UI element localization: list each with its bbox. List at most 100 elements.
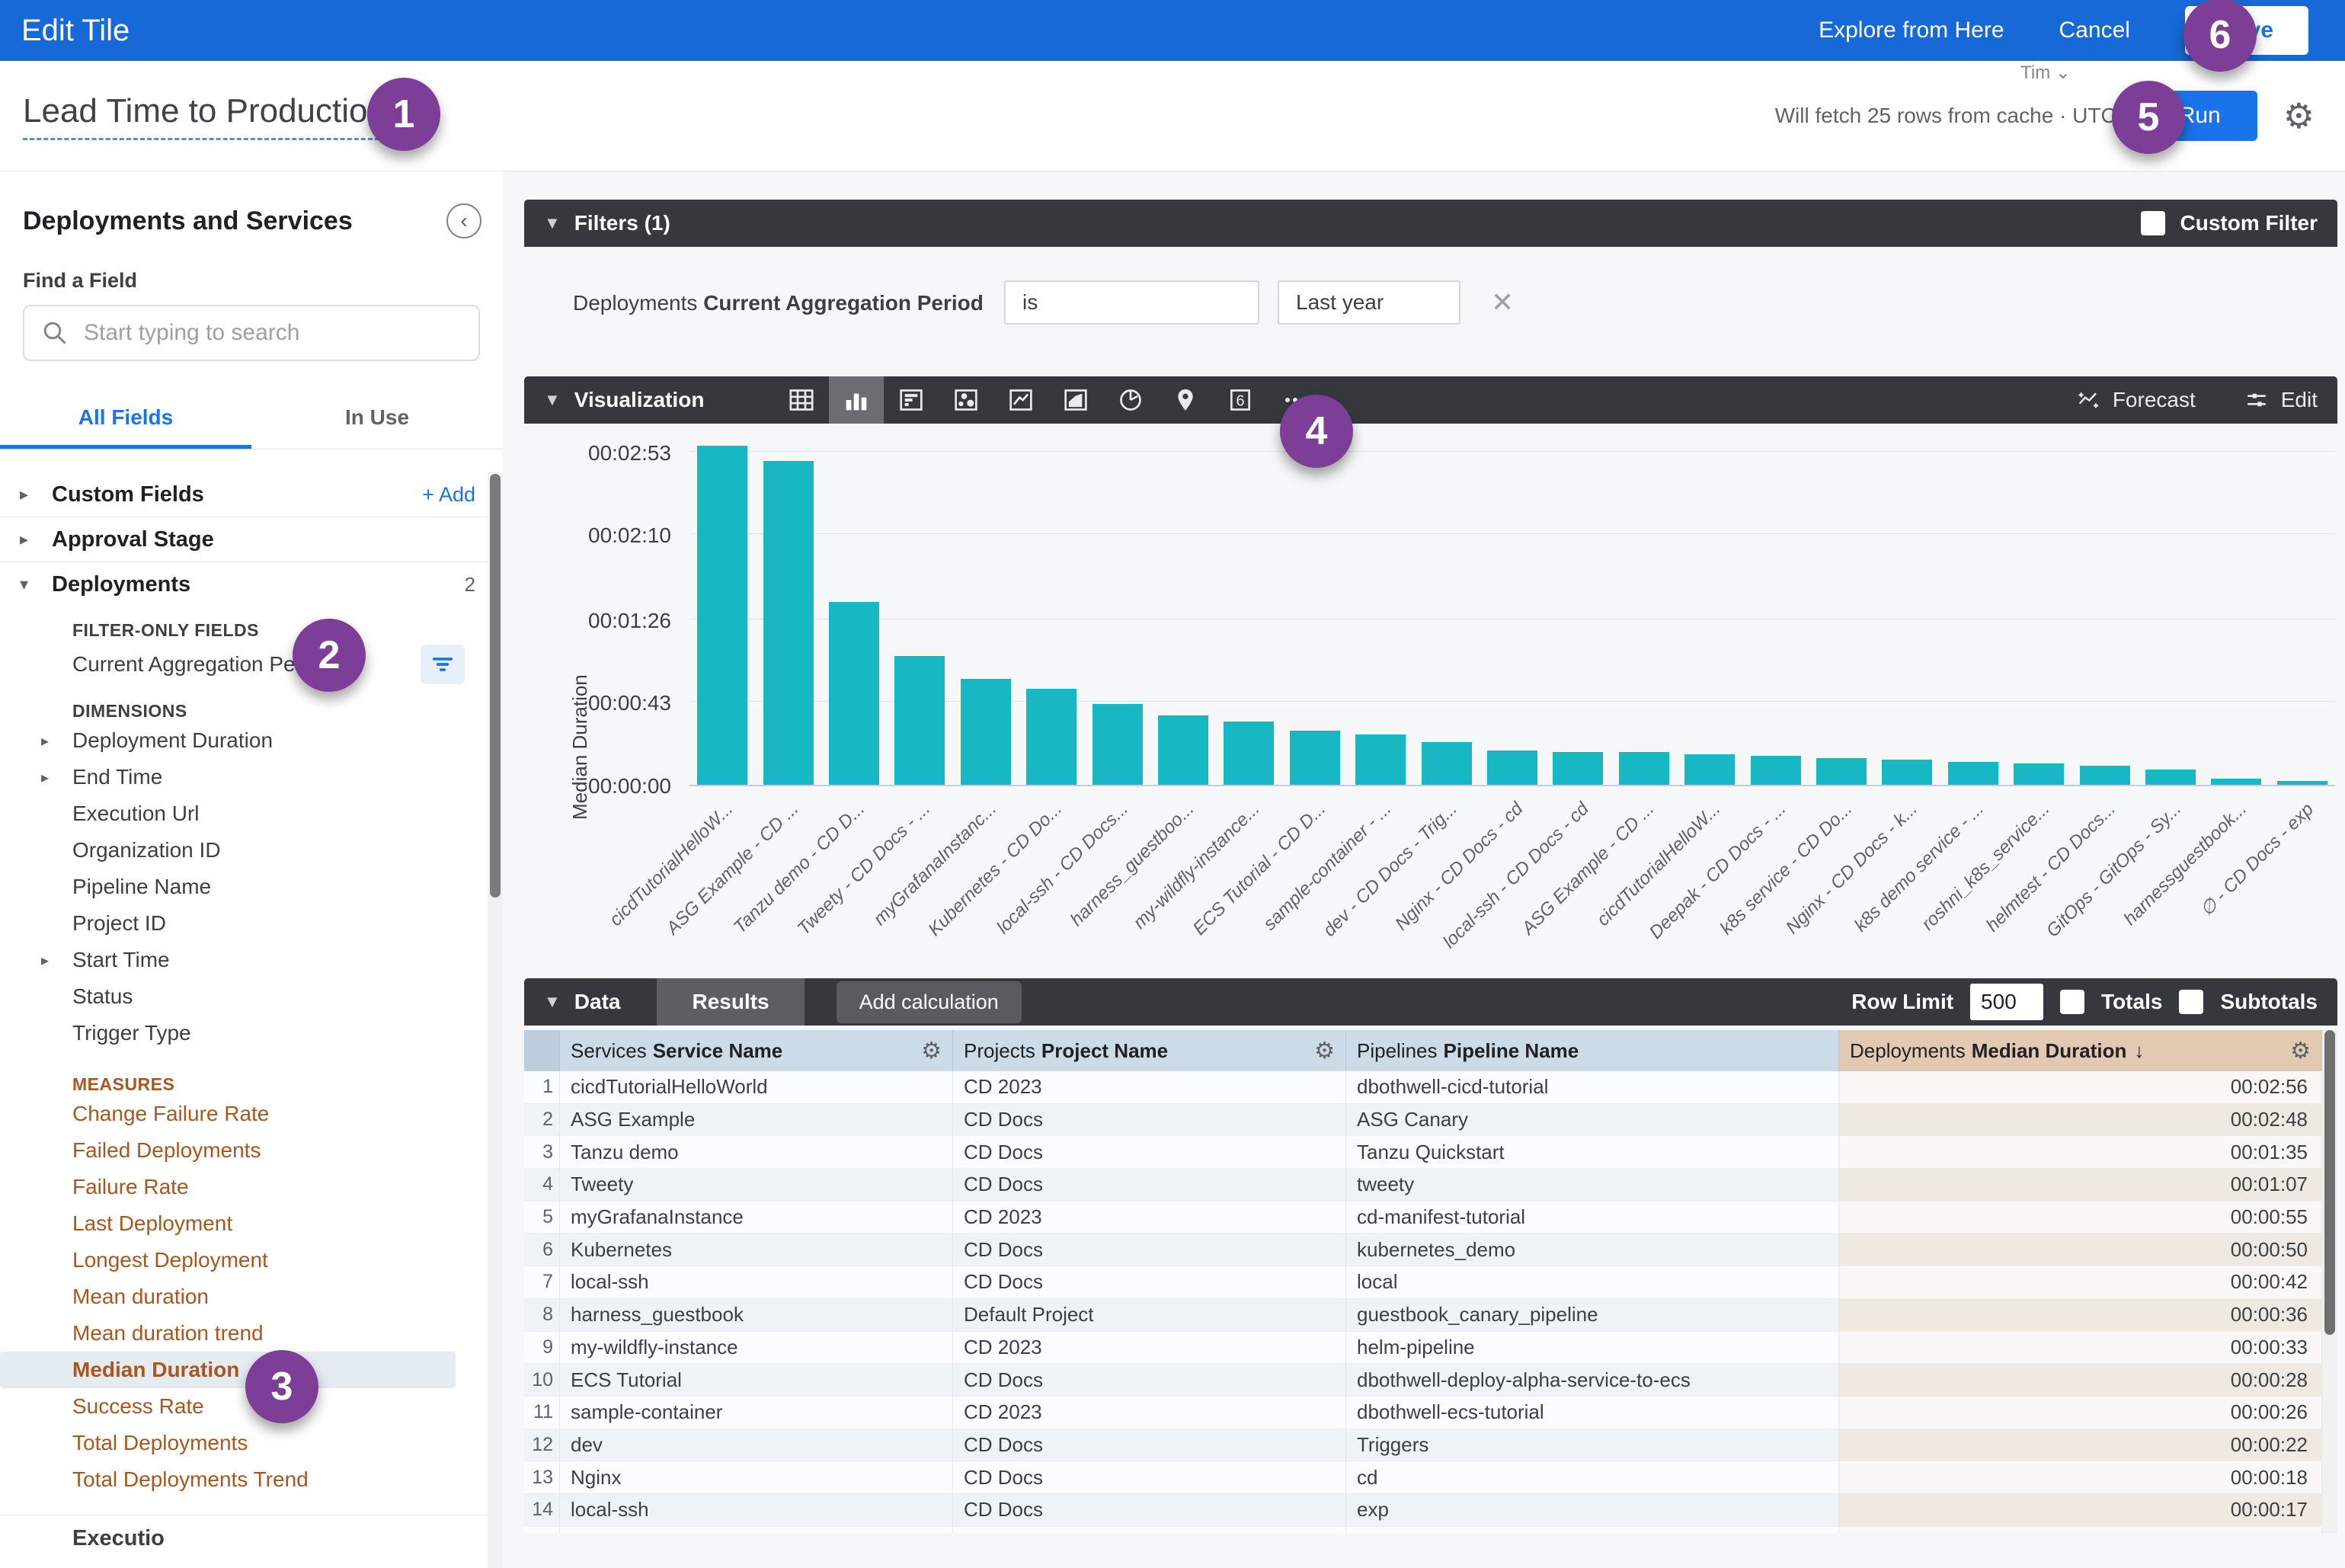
project-name-cell[interactable]: CD Docs — [953, 1527, 1346, 1533]
column-header-project-name[interactable]: ProjectsProject Name ⚙ — [953, 1030, 1346, 1071]
table-row[interactable]: 12devCD DocsTriggers00:00:22 — [524, 1429, 2337, 1462]
bar-gitops-gitops-sy[interactable] — [2145, 770, 2196, 785]
table-row[interactable]: 13NginxCD Docscd00:00:18 — [524, 1461, 2337, 1494]
bar-cicdtutorialhellow[interactable] — [1684, 754, 1735, 785]
service-name-cell[interactable]: harness_guestbook — [560, 1299, 953, 1332]
field-current-aggregation-period[interactable]: Current Aggregation Period — [0, 642, 488, 687]
service-name-cell[interactable]: ASG Example — [560, 1527, 953, 1533]
bar-mygrafanainstanc[interactable] — [961, 679, 1011, 785]
table-row[interactable]: 6KubernetesCD Docskubernetes_demo00:00:5… — [524, 1234, 2337, 1266]
measure-failed-deployments[interactable]: Failed Deployments — [0, 1132, 488, 1169]
settings-gear-icon[interactable]: ⚙ — [2283, 98, 2315, 133]
bar-cd-docs-exp[interactable] — [2277, 781, 2327, 785]
clipped-group-label[interactable]: Executio — [0, 1515, 488, 1551]
table-row[interactable]: 14local-sshCD Docsexp00:00:17 — [524, 1494, 2337, 1527]
project-name-cell[interactable]: CD 2023 — [953, 1332, 1346, 1365]
bar-kubernetes-cd-do[interactable] — [1026, 689, 1077, 785]
median-duration-cell[interactable]: 00:00:17 — [1839, 1527, 2322, 1533]
line-chart-viz-icon[interactable] — [993, 376, 1048, 424]
collapse-panel-button[interactable]: ‹ — [446, 203, 481, 238]
results-tab[interactable]: Results — [657, 978, 804, 1026]
bar-deepak-cd-docs[interactable] — [1751, 756, 1801, 785]
scrollbar-thumb[interactable] — [2324, 1030, 2335, 1335]
cancel-button[interactable]: Cancel — [2059, 18, 2130, 43]
row-number-cell[interactable]: 5 — [524, 1202, 560, 1234]
median-duration-cell[interactable]: 00:00:42 — [1839, 1266, 2322, 1299]
area-chart-viz-icon[interactable] — [1048, 376, 1103, 424]
column-header-median-duration[interactable]: DeploymentsMedian Duration ↓ ⚙ — [1839, 1030, 2322, 1071]
table-row[interactable]: 15ASG ExampleCD DocsASG Rolling00:00:17 — [524, 1527, 2337, 1533]
tile-title[interactable]: Lead Time to Production — [23, 92, 386, 140]
median-duration-cell[interactable]: 00:00:22 — [1839, 1429, 2322, 1462]
bar-helmtest-cd-docs[interactable] — [2080, 766, 2130, 785]
median-duration-cell[interactable]: 00:00:28 — [1839, 1364, 2322, 1397]
pipeline-name-cell[interactable]: dbothwell-deploy-alpha-service-to-ecs — [1346, 1364, 1839, 1397]
project-name-cell[interactable]: CD Docs — [953, 1234, 1346, 1266]
bar-k8s-service-cd-do[interactable] — [1816, 758, 1867, 785]
table-viz-icon[interactable] — [774, 376, 829, 424]
bar-my-wildfly-instance[interactable] — [1224, 722, 1274, 785]
add-calculation-button[interactable]: Add calculation — [837, 981, 1022, 1023]
sidebar-scrollbar[interactable] — [488, 472, 503, 1568]
pipeline-name-cell[interactable]: helm-pipeline — [1346, 1332, 1839, 1365]
median-duration-cell[interactable]: 00:00:18 — [1839, 1461, 2322, 1494]
service-name-cell[interactable]: Kubernetes — [560, 1234, 953, 1266]
bar-sample-container[interactable] — [1355, 734, 1406, 785]
project-name-cell[interactable]: CD Docs — [953, 1429, 1346, 1462]
column-header-service-name[interactable]: ServicesService Name ⚙ — [560, 1030, 953, 1071]
bar-local-ssh-cd-docs[interactable] — [1093, 704, 1143, 785]
project-name-cell[interactable]: CD Docs — [953, 1104, 1346, 1137]
pipeline-name-cell[interactable]: dbothwell-ecs-tutorial — [1346, 1397, 1839, 1429]
totals-checkbox[interactable] — [2060, 990, 2084, 1014]
project-name-cell[interactable]: Default Project — [953, 1299, 1346, 1332]
explore-from-here-link[interactable]: Explore from Here — [1819, 18, 2004, 43]
filter-value-input[interactable] — [1278, 280, 1460, 325]
table-row[interactable]: 5myGrafanaInstanceCD 2023cd-manifest-tut… — [524, 1202, 2337, 1234]
tab-all-fields[interactable]: All Fields — [0, 392, 251, 449]
row-number-cell[interactable]: 1 — [524, 1071, 560, 1104]
bar-harness-guestboo[interactable] — [1158, 715, 1208, 785]
bar-local-ssh-cd-docs-cd[interactable] — [1553, 752, 1603, 785]
bar-ecs-tutorial-cd-d[interactable] — [1290, 731, 1340, 785]
add-custom-field-button[interactable]: + Add — [422, 483, 475, 507]
pipeline-name-cell[interactable]: tweety — [1346, 1169, 1839, 1202]
pipeline-name-cell[interactable]: Tanzu Quickstart — [1346, 1136, 1839, 1169]
bar-dev-cd-docs-trig[interactable] — [1422, 742, 1472, 785]
bar-harnessguestbook[interactable] — [2211, 779, 2261, 785]
median-duration-cell[interactable]: 00:02:48 — [1839, 1104, 2322, 1137]
bar-cicdtutorialhellow[interactable] — [697, 446, 747, 785]
project-name-cell[interactable]: CD Docs — [953, 1461, 1346, 1494]
column-gear-icon[interactable]: ⚙ — [2290, 1038, 2311, 1064]
pipeline-name-cell[interactable]: ASG Canary — [1346, 1104, 1839, 1137]
table-row[interactable]: 10ECS TutorialCD Docsdbothwell-deploy-al… — [524, 1364, 2337, 1397]
row-number-cell[interactable]: 2 — [524, 1104, 560, 1137]
field-project-id[interactable]: Project ID — [0, 905, 488, 942]
column-gear-icon[interactable]: ⚙ — [921, 1038, 942, 1064]
project-name-cell[interactable]: CD 2023 — [953, 1202, 1346, 1234]
column-header-pipeline-name[interactable]: PipelinesPipeline Name — [1346, 1030, 1839, 1071]
row-number-cell[interactable]: 15 — [524, 1527, 560, 1533]
bar-roshni-k8s-service[interactable] — [2014, 763, 2064, 785]
service-name-cell[interactable]: sample-container — [560, 1397, 953, 1429]
bar-asg-example-cd[interactable] — [763, 461, 814, 785]
table-row[interactable]: 9my-wildfly-instanceCD 2023helm-pipeline… — [524, 1332, 2337, 1365]
field-pipeline-name[interactable]: Pipeline Name — [0, 869, 488, 905]
table-row[interactable]: 4TweetyCD Docstweety00:01:07 — [524, 1169, 2337, 1202]
table-scrollbar[interactable] — [2322, 1030, 2337, 1533]
project-name-cell[interactable]: CD 2023 — [953, 1397, 1346, 1429]
section-collapse-caret[interactable]: ▼ — [544, 992, 561, 1012]
timezone-select[interactable]: Tim ⌄ — [2020, 62, 2071, 84]
service-name-cell[interactable]: Tanzu demo — [560, 1136, 953, 1169]
bar-chart-viz-icon[interactable] — [884, 376, 939, 424]
pipeline-name-cell[interactable]: dbothwell-cicd-tutorial — [1346, 1071, 1839, 1104]
row-number-cell[interactable]: 3 — [524, 1136, 560, 1169]
group-approval-stage[interactable]: ▸ Approval Stage — [0, 517, 488, 562]
table-row[interactable]: 1cicdTutorialHelloWorldCD 2023dbothwell-… — [524, 1071, 2337, 1104]
pipeline-name-cell[interactable]: kubernetes_demo — [1346, 1234, 1839, 1266]
field-end-time[interactable]: ▸End Time — [0, 759, 488, 795]
group-deployments[interactable]: ▾ Deployments 2 — [0, 562, 488, 606]
row-number-cell[interactable]: 11 — [524, 1397, 560, 1429]
subtotals-checkbox[interactable] — [2179, 990, 2203, 1014]
bar-nginx-cd-docs-k[interactable] — [1882, 760, 1932, 785]
field-start-time[interactable]: ▸Start Time — [0, 942, 488, 978]
